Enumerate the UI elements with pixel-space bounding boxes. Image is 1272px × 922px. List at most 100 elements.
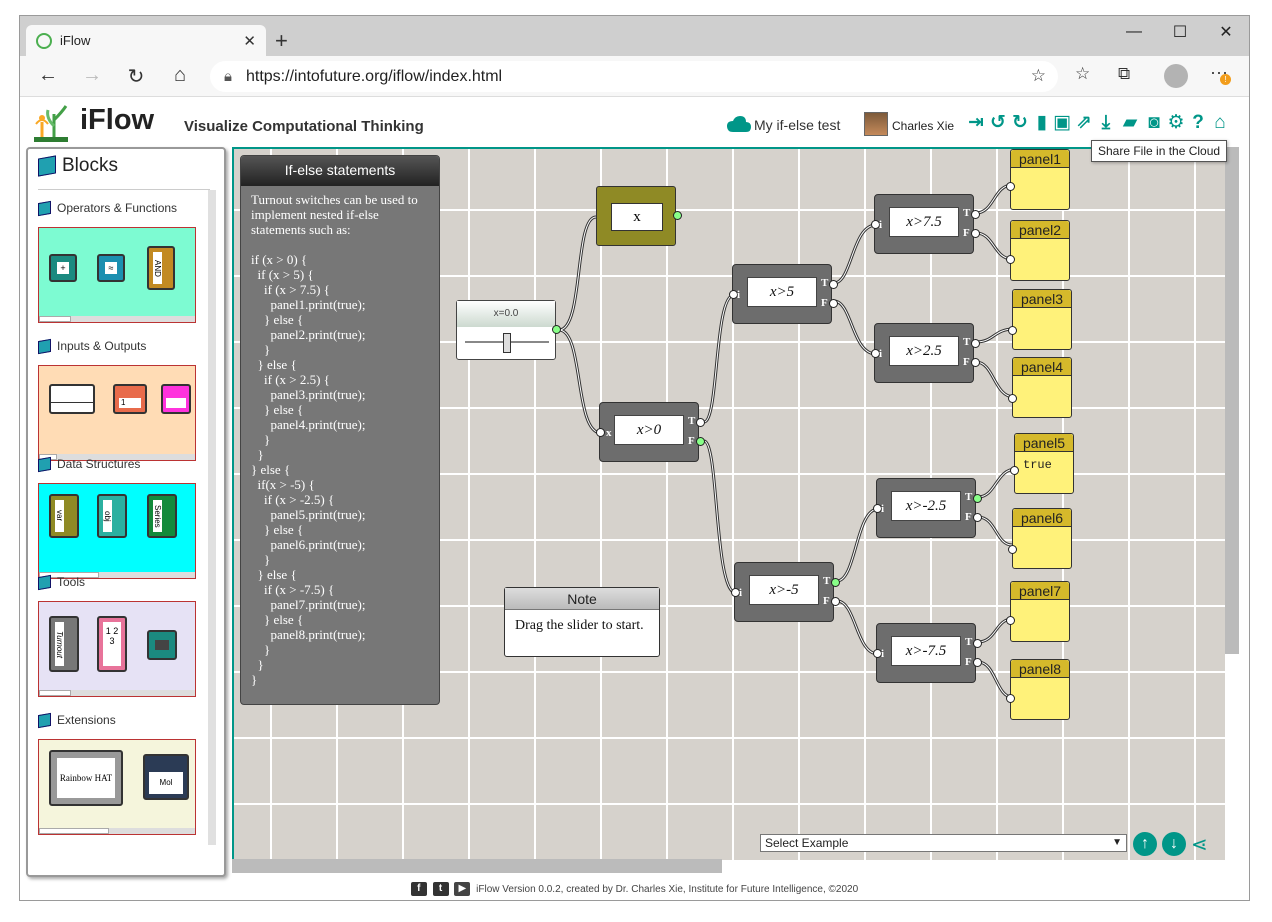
if-else-info-block[interactable]: If-else statements Turnout switches can … [240,155,440,705]
undo-icon[interactable]: ↺ [988,112,1008,134]
close-window-button[interactable]: ✕ [1203,16,1249,48]
panel1-block[interactable]: panel1 [1006,149,1070,210]
false-output-port[interactable] [971,358,980,367]
true-output-port[interactable] [829,280,838,289]
slider-output-port[interactable] [552,325,561,334]
turnout-block[interactable]: Turnout [49,616,79,672]
x-output-port[interactable] [673,211,682,220]
canvas-vertical-scrollbar[interactable] [1225,147,1239,654]
switch-x-gt-7-5[interactable]: x>7.5 i T F [871,194,980,254]
panel-input-port[interactable] [1008,545,1017,554]
panel3-block[interactable]: panel3 [1008,289,1072,350]
panel-input-port[interactable] [1010,466,1019,475]
false-output-port[interactable] [831,597,840,606]
true-output-port[interactable] [973,639,982,648]
rainbow-hat-block[interactable]: Rainbow HAT [49,750,123,806]
false-output-port[interactable] [973,658,982,667]
toggle-block[interactable] [161,384,191,414]
switch-x-gt-neg2-5[interactable]: x>-2.5 i T F [873,478,982,538]
false-output-port[interactable] [971,229,980,238]
sign-out-icon[interactable]: ⇥ [966,112,986,134]
x-variable-block[interactable]: x [596,186,682,246]
category-extensions[interactable]: Extensions [38,712,116,728]
favorites-list-icon[interactable]: ☆ [1075,64,1090,84]
home-icon[interactable]: ⌂ [166,64,194,87]
category-inputs-outputs[interactable]: Inputs & Outputs [38,338,146,354]
panel8-block[interactable]: panel8 [1006,659,1070,720]
panel-input-port[interactable] [1006,182,1015,191]
category-hscroll[interactable] [39,690,195,696]
facebook-icon[interactable]: f [410,882,427,897]
panel-input-port[interactable] [1008,326,1017,335]
switch-x-gt-0[interactable]: x>0 x T F [596,402,705,462]
true-output-port[interactable] [971,210,980,219]
canvas-horizontal-scrollbar[interactable] [232,859,722,873]
settings-gear-icon[interactable]: ⚙ [1166,112,1186,134]
maximize-button[interactable]: ☐ [1157,16,1203,48]
open-folder-icon[interactable]: ▰ [1118,112,1142,134]
url-field[interactable]: 🔒︎ https://intofuture.org/iflow/index.ht… [210,61,1058,92]
panel7-block[interactable]: panel7 [1006,581,1070,642]
scroll-up-arrow-icon[interactable]: ↑ [1133,832,1157,856]
panel5-block[interactable]: panel5 true [1010,433,1074,494]
switch-x-gt-2-5[interactable]: x>2.5 i T F [871,323,980,383]
dropdown-block[interactable]: 1 [113,384,147,414]
category-tools[interactable]: Tools [38,574,85,590]
slider-thumb[interactable] [503,333,511,353]
youtube-icon[interactable]: ▶ [454,882,471,897]
download-icon[interactable]: ⤓ [1096,112,1116,134]
panel4-block[interactable]: panel4 [1008,357,1072,418]
sequence-block[interactable]: 1 2 3 [97,616,127,672]
profile-avatar[interactable] [1164,64,1188,88]
inputs-block-box[interactable]: 1 [38,365,196,461]
approx-function-block[interactable]: ≈ [97,254,125,282]
true-output-port[interactable] [696,418,705,427]
browser-tab[interactable]: iFlow ✕ [26,25,266,56]
mol-block[interactable]: Mol [143,754,189,800]
switch-x-gt-neg7-5[interactable]: x>-7.5 i T F [873,623,982,683]
share-file-icon[interactable]: ⇗ [1074,112,1094,134]
panel2-block[interactable]: panel2 [1006,220,1070,281]
category-operators-functions[interactable]: Operators & Functions [38,200,177,216]
scroll-down-arrow-icon[interactable]: ↓ [1162,832,1186,856]
false-output-port[interactable] [973,513,982,522]
refresh-icon[interactable]: ↻ [122,64,150,89]
project-name[interactable]: My if-else test [754,117,840,133]
extensions-block-box[interactable]: Rainbow HAT Mol [38,739,196,835]
camera-icon[interactable]: ◙ [1144,112,1164,134]
tools-block-box[interactable]: Turnout 1 2 3 [38,601,196,697]
input-port-x[interactable] [596,428,605,437]
share-icon[interactable]: ⋖ [1191,832,1208,857]
collections-icon[interactable]: ⧉ [1118,64,1130,84]
slider-block[interactable] [49,384,95,414]
obj-block[interactable]: obj [97,494,127,538]
screen-block[interactable] [147,630,177,660]
switch-x-gt-neg5[interactable]: x>-5 i T F [731,562,840,622]
false-output-port[interactable] [829,299,838,308]
panel-input-port[interactable] [1006,694,1015,703]
true-output-port[interactable] [831,578,840,587]
new-file-icon[interactable]: ▮ [1032,112,1052,134]
panel-input-port[interactable] [1006,616,1015,625]
twitter-icon[interactable]: t [432,882,449,897]
category-data-structures[interactable]: Data Structures [38,456,140,472]
favorite-star-icon[interactable]: ☆ [1031,66,1046,86]
home-app-icon[interactable]: ⌂ [1210,112,1230,134]
switch-x-gt-5[interactable]: x>5 i T F [729,264,838,324]
minimize-button[interactable]: — [1111,16,1157,48]
add-operator-block[interactable]: + [49,254,77,282]
series-block[interactable]: Series [147,494,177,538]
back-arrow-icon[interactable]: ← [34,64,62,87]
and-operator-block[interactable]: AND [147,246,175,290]
category-hscroll[interactable] [39,828,195,834]
new-tab-button[interactable]: + [275,28,288,54]
user-name[interactable]: Charles Xie [892,119,954,133]
close-tab-icon[interactable]: ✕ [243,32,256,50]
panel6-block[interactable]: panel6 [1008,508,1072,569]
palette-scrollbar[interactable] [208,190,216,845]
forward-arrow-icon[interactable]: → [78,64,106,87]
true-output-port[interactable] [973,494,982,503]
note-block[interactable]: Note Drag the slider to start. [504,587,660,657]
redo-icon[interactable]: ↻ [1010,112,1030,134]
category-hscroll[interactable] [39,316,195,322]
